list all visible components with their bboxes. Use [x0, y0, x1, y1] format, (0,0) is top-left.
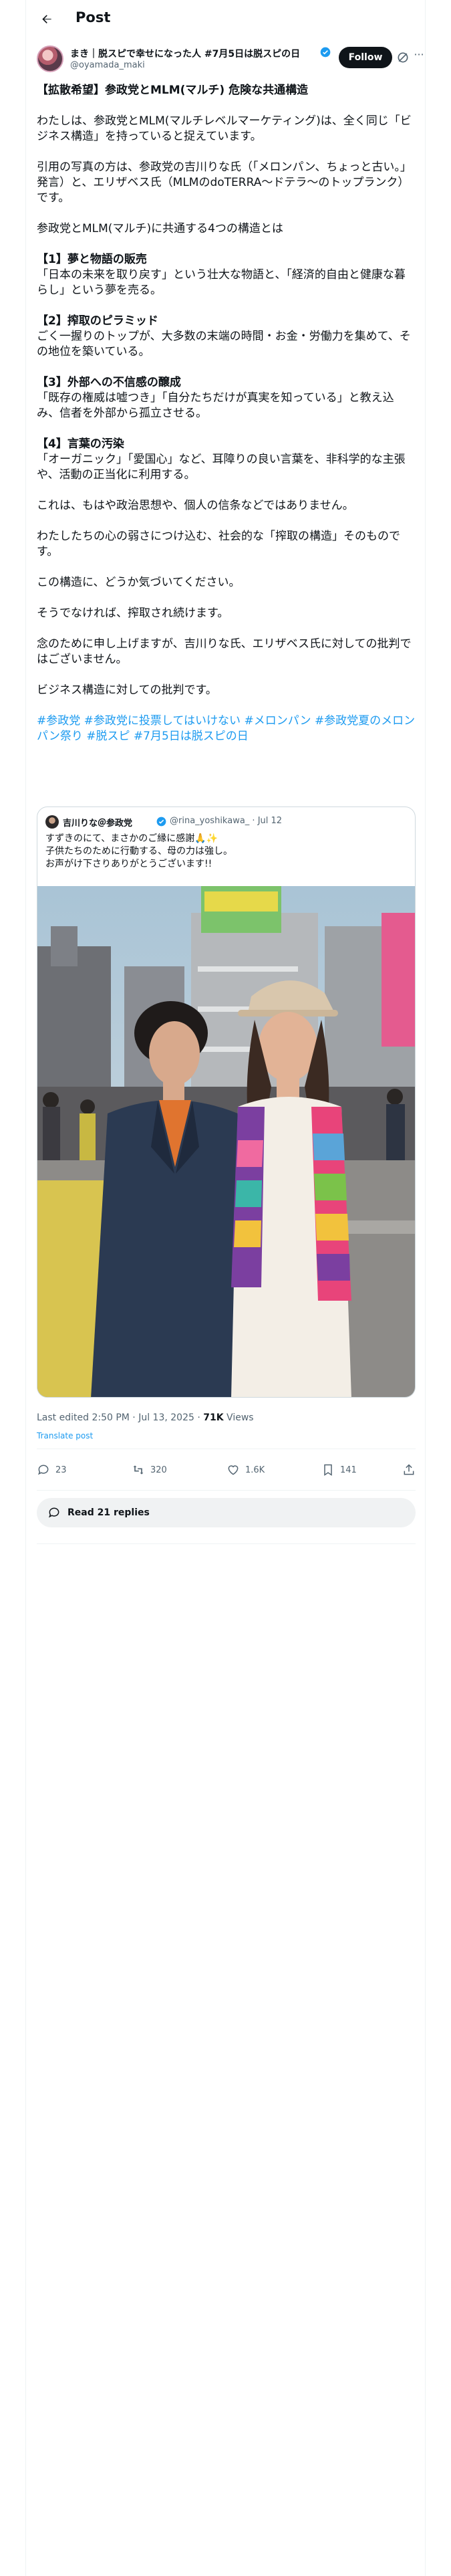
reply-count: 23 [55, 1465, 67, 1475]
post-meta: Last edited 2:50 PM · Jul 13, 2025 · 71K… [37, 1412, 254, 1423]
more-options-icon[interactable]: ··· [412, 48, 426, 64]
divider [37, 1543, 416, 1544]
read-replies-button[interactable]: Read 21 replies [37, 1498, 416, 1527]
top-bar: Post [26, 0, 425, 39]
heart-icon [228, 1465, 239, 1475]
bookmark-count: 141 [340, 1465, 357, 1475]
share-icon [404, 1464, 414, 1475]
grok-icon[interactable] [396, 51, 410, 64]
post-photo-note: 引用の写真の方は、参政党の吉川りな氏（「メロンパン、ちょっと古い。」発言）と、エ… [37, 160, 412, 205]
quoted-post-header: 吉川りな＠参政党 @rina_yoshikawa_ · Jul 12 [45, 815, 406, 829]
closing-line: 念のために申し上げますが、吉川りな氏、エリザベス氏に対しての批判ではございません… [37, 637, 412, 666]
chat-bubble-icon [48, 1507, 59, 1518]
quoted-post-text: すずきのにて、まさかのご縁に感謝🙏✨ 子供たちのために行動する、母の力は強し。 … [45, 833, 233, 869]
post-page: Post まき｜脱スピで幸せになった人 #7月5日は脱スピの日 @oyamada… [25, 0, 426, 2576]
repost-button[interactable]: 320 [132, 1463, 167, 1477]
point-heading: 【4】言葉の汚染 [37, 437, 124, 451]
hashtag-links[interactable]: #参政党 #参政党に投票してはいけない #メロンパン #参政党夏のメロンパン祭り… [37, 714, 416, 744]
post-title: 【拡散希望】参政党とMLM(マルチ) 危険な共通構造 [37, 84, 309, 97]
divider [37, 1448, 416, 1449]
post-intro: わたしは、参政党とMLM(マルチレベルマーケティング)は、全く同じ「ビジネス構造… [37, 114, 412, 143]
like-count: 1.6K [245, 1465, 265, 1475]
reply-button[interactable]: 23 [37, 1463, 67, 1477]
point-text: ごく一握りのトップが、大多数の末端の時間・お金・労働力を集めて、その地位を築いて… [37, 330, 411, 358]
author-row: まき｜脱スピで幸せになった人 #7月5日は脱スピの日 @oyamada_maki… [37, 45, 424, 75]
quoted-author-name: 吉川りな＠参政党 [63, 819, 133, 829]
post-lead: 参政党とMLM(マルチ)に共通する4つの構造とは [37, 222, 283, 235]
edited-timestamp[interactable]: Last edited 2:50 PM · Jul 13, 2025 · [37, 1412, 203, 1423]
post-body: 【拡散希望】参政党とMLM(マルチ) 危険な共通構造 わたしは、参政党とMLM(… [37, 83, 416, 744]
point-text: 「日本の未来を取り戻す」という壮大な物語と、「経済的自由と健康な暮らし」という夢… [37, 268, 406, 297]
follow-button[interactable]: Follow [339, 47, 392, 68]
bookmark-icon [324, 1464, 332, 1476]
point-heading: 【1】夢と物語の販売 [37, 253, 147, 266]
closing-line: これは、もはや政治思想や、個人の信条などではありません。 [37, 499, 354, 512]
views-count: 71K [203, 1412, 224, 1423]
bookmark-button[interactable]: 141 [321, 1463, 357, 1477]
point-heading: 【3】外部への不信感の醸成 [37, 376, 181, 389]
quoted-author-handle: @rina_yoshikawa_ · Jul 12 [170, 816, 283, 826]
street-photo-illustration [37, 886, 415, 1397]
page-title: Post [76, 9, 111, 25]
point-heading: 【2】搾取のピラミッド [37, 314, 158, 328]
reply-icon [37, 1465, 49, 1475]
repost-count: 320 [150, 1465, 167, 1475]
verified-badge-icon [156, 817, 166, 827]
quoted-photo[interactable] [37, 886, 415, 1397]
point-text: 「オーガニック」「愛国心」など、耳障りの良い言葉を、非科学的な主張や、活動の正当… [37, 453, 406, 481]
share-button[interactable] [402, 1463, 421, 1477]
views-label: Views [223, 1412, 254, 1423]
avatar[interactable] [37, 45, 63, 72]
read-replies-label: Read 21 replies [67, 1507, 150, 1518]
divider [37, 1490, 416, 1491]
closing-line: そうでなければ、搾取され続けます。 [37, 607, 229, 620]
author-handle[interactable]: @oyamada_maki [70, 60, 145, 70]
repost-icon [133, 1465, 144, 1475]
translate-link[interactable]: Translate post [37, 1431, 93, 1440]
action-bar: 23 320 1.6K 141 [37, 1458, 416, 1485]
quoted-post[interactable]: 吉川りな＠参政党 @rina_yoshikawa_ · Jul 12 すずきのに… [37, 807, 416, 1398]
closing-line: この構造に、どうか気づいてください。 [37, 576, 241, 589]
back-arrow-icon[interactable] [38, 11, 55, 28]
closing-line: わたしたちの心の弱さにつけ込む、社会的な「搾取の構造」そのものです。 [37, 530, 400, 558]
author-name[interactable]: まき｜脱スピで幸せになった人 #7月5日は脱スピの日 [70, 47, 317, 60]
like-button[interactable]: 1.6K [227, 1463, 265, 1477]
closing-line: ビジネス構造に対しての批判です。 [37, 683, 217, 697]
verified-badge-icon [320, 47, 331, 58]
quoted-avatar [45, 815, 59, 829]
point-text: 「既存の権威は嘘つき」「自分たちだけが真実を知っている」と教え込み、信者を外部か… [37, 391, 394, 420]
